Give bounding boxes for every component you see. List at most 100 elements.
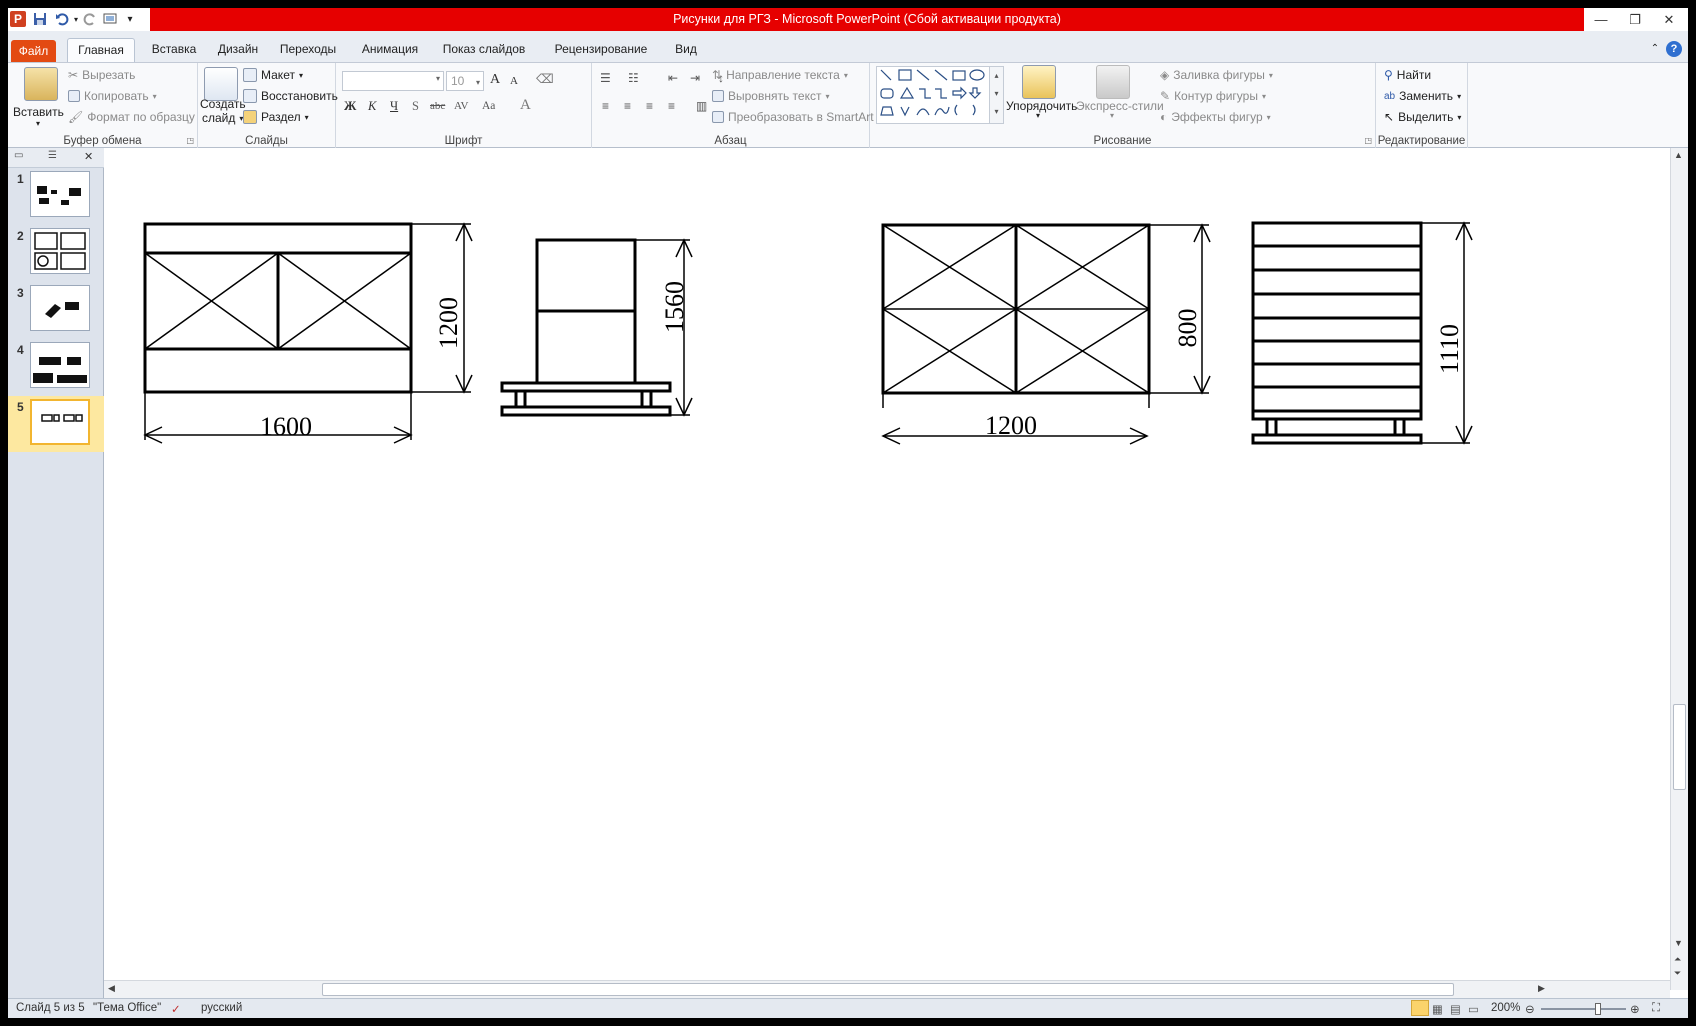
copy-button[interactable]: Копировать ▾ (68, 89, 157, 103)
cut-button[interactable]: ✂ Вырезать (68, 68, 135, 82)
scroll-down-icon[interactable]: ▼ (1674, 938, 1683, 948)
grow-font-button[interactable]: A (490, 72, 500, 88)
align-left-icon[interactable]: ≡ (602, 99, 609, 113)
zoom-in-icon[interactable]: ⊕ (1630, 1002, 1640, 1016)
bold-button[interactable]: Ж (344, 99, 356, 114)
new-slide-icon[interactable] (204, 67, 238, 101)
slide-thumbnail-4[interactable]: 4 (8, 339, 104, 395)
change-case-button[interactable]: Aa (482, 100, 495, 112)
format-painter-button[interactable]: 🖌 Формат по образцу (68, 110, 195, 124)
drawing-dialog-launcher-icon[interactable]: ◳ (1364, 136, 1372, 145)
select-button[interactable]: ↖ Выделить ▾ (1384, 110, 1461, 124)
horizontal-scroll-thumb[interactable] (322, 983, 1454, 996)
shadow-button[interactable]: S (412, 99, 419, 114)
horizontal-scrollbar[interactable]: ◀ ▶ (104, 980, 1670, 998)
restore-icon[interactable]: ❐ (1618, 8, 1652, 31)
tab-transitions[interactable]: Переходы (271, 38, 345, 62)
slide-thumbnail-2[interactable]: 2 (8, 225, 104, 281)
tab-file[interactable]: Файл (11, 40, 56, 62)
find-button[interactable]: ⚲ Найти (1384, 68, 1431, 82)
new-slide-label-1[interactable]: Создать (200, 97, 246, 111)
align-right-icon[interactable]: ≡ (646, 99, 653, 113)
shape-fill-button[interactable]: ◈ Заливка фигуры ▾ (1160, 68, 1273, 82)
vertical-scrollbar[interactable]: ▲ ▼ ⏶ ⏷ (1670, 148, 1688, 990)
zoom-slider[interactable] (1541, 1008, 1626, 1010)
minimize-ribbon-icon[interactable]: ⌃ (1648, 38, 1662, 62)
dialog-launcher-icon[interactable]: ◳ (186, 136, 194, 145)
theme-name[interactable]: "Тема Office" (93, 1002, 161, 1014)
increase-indent-icon[interactable]: ⇥ (690, 71, 700, 85)
smartart-button[interactable]: Преобразовать в SmartArt▾ (712, 110, 882, 124)
slide-thumbnail-5[interactable]: 5 (8, 396, 104, 452)
paste-icon[interactable] (24, 67, 58, 101)
shrink-font-button[interactable]: A (510, 75, 518, 87)
zoom-slider-thumb[interactable] (1595, 1003, 1601, 1015)
close-pane-icon[interactable]: ✕ (84, 150, 93, 163)
paste-button[interactable]: Вставить (13, 105, 64, 119)
previous-slide-icon[interactable]: ⏶ (1674, 954, 1681, 965)
spellcheck-icon[interactable]: ✓ (171, 1002, 181, 1016)
layout-button[interactable]: Макет ▾ (243, 68, 303, 82)
align-text-button[interactable]: Выровнять текст ▾ (712, 89, 830, 103)
save-icon[interactable] (32, 11, 48, 27)
scroll-up-icon[interactable]: ▲ (1674, 150, 1683, 160)
slide-thumbnail-1[interactable]: 1 (8, 168, 104, 224)
bullets-button[interactable]: ☰ (600, 71, 611, 85)
normal-view-icon[interactable] (1411, 1000, 1429, 1016)
arrange-dropdown-icon[interactable]: ▾ (1036, 111, 1040, 120)
slide-editor[interactable]: 1600 1200 1560 1200 800 1110 (104, 148, 1681, 990)
shapes-gallery-scroll[interactable]: ▴ ▾ ▾ (989, 67, 1003, 123)
powerpoint-logo-icon[interactable]: P (10, 11, 26, 27)
next-slide-icon[interactable]: ⏷ (1674, 968, 1681, 979)
underline-button[interactable]: Ч (390, 99, 398, 114)
justify-icon[interactable]: ≡ (668, 99, 675, 113)
align-center-icon[interactable]: ≡ (624, 99, 631, 113)
decrease-indent-icon[interactable]: ⇤ (668, 71, 678, 85)
minimize-icon[interactable]: — (1584, 8, 1618, 31)
slides-tab-icon[interactable]: ▭ (14, 150, 23, 161)
text-direction-button[interactable]: ⇅ Направление текста ▾ (712, 68, 848, 82)
scroll-right-icon[interactable]: ▶ (1538, 983, 1545, 994)
font-color-button[interactable]: A (520, 97, 531, 114)
customize-icon[interactable]: ▾ (122, 11, 138, 27)
vertical-scroll-thumb[interactable] (1673, 704, 1686, 790)
redo-icon[interactable] (82, 11, 98, 27)
clear-formatting-icon[interactable]: ⌫ (536, 71, 554, 87)
help-icon[interactable]: ? (1666, 41, 1682, 57)
slide-sorter-icon[interactable]: ▦ (1432, 1002, 1443, 1016)
font-name-field[interactable]: ▾ (342, 71, 444, 91)
fit-to-window-icon[interactable]: ⛶ (1652, 1002, 1660, 1015)
strikethrough-button[interactable]: abc (430, 100, 445, 112)
tab-animation[interactable]: Анимация (353, 38, 427, 62)
language[interactable]: русский (201, 1002, 242, 1014)
font-size-field[interactable]: 10 ▾ (446, 71, 484, 91)
zoom-out-icon[interactable]: ⊖ (1525, 1002, 1535, 1016)
present-icon[interactable] (102, 11, 118, 27)
shape-effects-button[interactable]: ◐ Эффекты фигур ▾ (1160, 110, 1271, 124)
arrange-icon[interactable] (1022, 65, 1056, 99)
section-button[interactable]: Раздел ▾ (243, 110, 309, 124)
quick-styles-icon[interactable] (1096, 65, 1130, 99)
slide-thumbnail-3[interactable]: 3 (8, 282, 104, 338)
paste-dropdown-icon[interactable]: ▾ (36, 119, 40, 128)
numbering-button[interactable]: ☷ (628, 71, 639, 85)
tab-view[interactable]: Вид (669, 38, 703, 62)
tab-design[interactable]: Дизайн (213, 38, 263, 62)
shapes-gallery[interactable]: ▴ ▾ ▾ (876, 66, 1004, 124)
quick-styles-button[interactable]: Экспресс-стили (1076, 99, 1164, 113)
close-icon[interactable]: ✕ (1652, 8, 1686, 31)
slideshow-view-icon[interactable]: ▭ (1468, 1002, 1479, 1016)
tab-slideshow[interactable]: Показ слайдов (435, 38, 533, 62)
scroll-left-icon[interactable]: ◀ (108, 983, 115, 994)
shape-outline-button[interactable]: ✎ Контур фигуры ▾ (1160, 89, 1266, 103)
char-spacing-button[interactable]: AV (454, 100, 468, 112)
outline-tab-icon[interactable]: ☰ (48, 150, 57, 161)
reset-button[interactable]: Восстановить (243, 89, 338, 103)
zoom-level[interactable]: 200% (1491, 1002, 1520, 1014)
tab-home[interactable]: Главная (67, 38, 135, 62)
replace-button[interactable]: ab Заменить ▾ (1384, 89, 1461, 103)
reading-view-icon[interactable]: ▤ (1450, 1002, 1461, 1016)
italic-button[interactable]: К (368, 99, 376, 114)
tab-insert[interactable]: Вставка (143, 38, 205, 62)
arrange-button[interactable]: Упорядочить (1006, 99, 1077, 113)
